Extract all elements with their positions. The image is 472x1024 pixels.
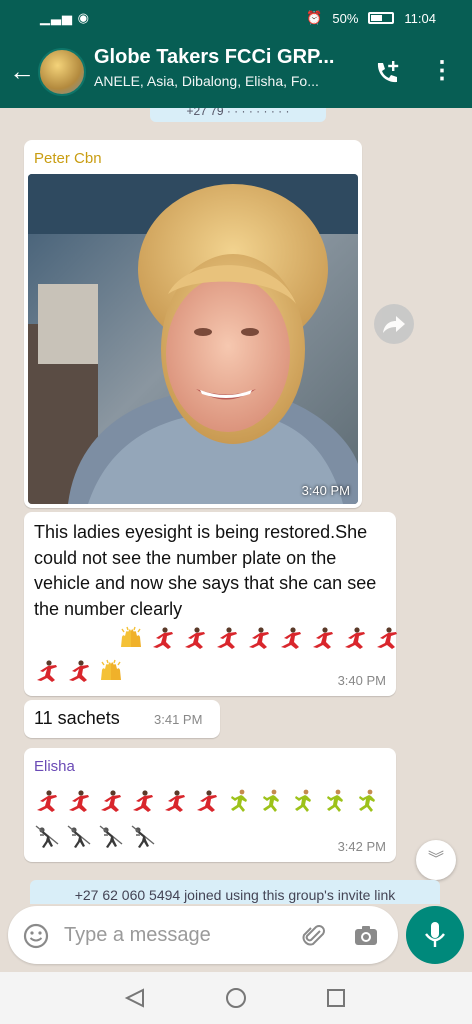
dancer-emoji-icon	[37, 790, 57, 812]
dancer-emoji-icon	[69, 790, 89, 812]
shared-photo[interactable]: 3:40 PM	[28, 174, 358, 504]
sender-name: Elisha	[34, 758, 75, 775]
message-text-block: This ladies eyesight is being restored.S…	[34, 520, 390, 622]
emoji-row-1	[118, 625, 400, 651]
message-time: 3:41 PM	[154, 712, 203, 727]
battery-percent: 50%	[332, 10, 359, 26]
message-list[interactable]: +27 79 · · · · · · · · · Peter Cbn 3:40 …	[0, 108, 472, 904]
alarm-icon: ⏰	[306, 10, 323, 25]
fencer-emoji-icon	[131, 825, 155, 848]
dancer-emoji-icon	[37, 660, 57, 682]
clock: 11:04	[404, 10, 436, 26]
dancer-emoji-icon	[281, 627, 301, 649]
smiley-icon[interactable]	[22, 922, 50, 955]
system-nav-bar	[0, 972, 472, 1024]
fencer-emoji-icon	[35, 825, 59, 848]
fencer-emoji-icon	[67, 825, 91, 848]
emoji-message[interactable]: Elisha 3:42 PM	[24, 748, 396, 862]
dancer-emoji-icon	[101, 790, 121, 812]
emoji-row-1	[34, 788, 380, 814]
chat-title-area[interactable]: Globe Takers FCCi GRP... ANELE, Asia, Di…	[94, 46, 364, 89]
dancer-emoji-icon	[249, 627, 269, 649]
dancer-emoji-icon	[69, 660, 89, 682]
camera-icon[interactable]	[352, 922, 380, 955]
fencer-emoji-icon	[99, 825, 123, 848]
group-avatar[interactable]	[38, 48, 86, 96]
raised-hands-emoji-icon	[121, 626, 141, 647]
dancer-emoji-icon	[165, 790, 185, 812]
dancer-emoji-icon	[185, 627, 205, 649]
text-message[interactable]: 11 sachets 3:41 PM	[24, 700, 220, 738]
mic-icon[interactable]	[406, 906, 464, 964]
forward-icon[interactable]	[374, 304, 414, 344]
dancer-emoji-icon	[153, 627, 173, 649]
emoji-row-2	[34, 658, 124, 684]
runner-emoji-icon	[359, 789, 375, 812]
chevron-down-icon[interactable]: ︾	[416, 840, 456, 880]
dancer-emoji-icon	[313, 627, 333, 649]
nav-back-icon[interactable]	[124, 988, 144, 1008]
sender-name: Peter Cbn	[34, 150, 102, 167]
chat-header: ← Globe Takers FCCi GRP... ANELE, Asia, …	[0, 36, 472, 108]
message-text: This ladies eyesight is being restored.S…	[34, 522, 377, 619]
back-arrow-icon[interactable]: ←	[8, 56, 36, 86]
dancer-emoji-icon	[345, 627, 365, 649]
nav-recents-icon[interactable]	[327, 989, 345, 1007]
more-vert-icon[interactable]: ⋮	[430, 58, 454, 88]
dancer-emoji-icon	[197, 790, 217, 812]
raised-hands-emoji-icon	[101, 659, 121, 680]
runner-emoji-icon	[295, 789, 311, 812]
group-name: Globe Takers FCCi GRP...	[94, 46, 335, 68]
attach-icon[interactable]	[300, 922, 328, 955]
message-time: 3:40 PM	[337, 673, 386, 688]
text-message[interactable]: This ladies eyesight is being restored.S…	[24, 512, 397, 696]
message-text: 11 sachets	[34, 708, 120, 728]
message-time: 3:42 PM	[337, 839, 386, 854]
nav-home-icon[interactable]	[226, 988, 246, 1008]
emoji-row-2	[34, 824, 156, 850]
status-bar: ▁▃▅ ◉ ⏰ 50% 11:04	[0, 0, 472, 36]
runner-emoji-icon	[327, 789, 343, 812]
image-message[interactable]: Peter Cbn 3:40 PM	[24, 140, 362, 508]
message-composer	[8, 906, 398, 964]
runner-emoji-icon	[263, 789, 279, 812]
battery-icon	[368, 12, 395, 24]
system-message: +27 62 060 5494 joined using this group'…	[30, 880, 440, 904]
add-call-icon[interactable]	[372, 58, 402, 88]
partial-system-message: +27 79 · · · · · · · · ·	[150, 108, 326, 122]
signal-icon: ▁▃▅ ◉	[40, 10, 90, 25]
dancer-emoji-icon	[217, 627, 237, 649]
runner-emoji-icon	[231, 789, 247, 812]
message-input[interactable]	[64, 918, 284, 952]
dancer-emoji-icon	[377, 627, 397, 649]
dancer-emoji-icon	[133, 790, 153, 812]
message-time: 3:40 PM	[301, 483, 350, 498]
status-right: ⏰ 50% 11:04	[306, 10, 436, 26]
participants-list: ANELE, Asia, Dibalong, Elisha, Fo...	[94, 73, 319, 89]
